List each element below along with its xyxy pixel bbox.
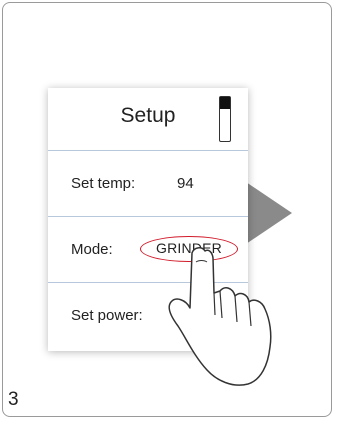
hand-pointer-icon: [168, 247, 272, 386]
step-number: 3: [8, 389, 19, 410]
